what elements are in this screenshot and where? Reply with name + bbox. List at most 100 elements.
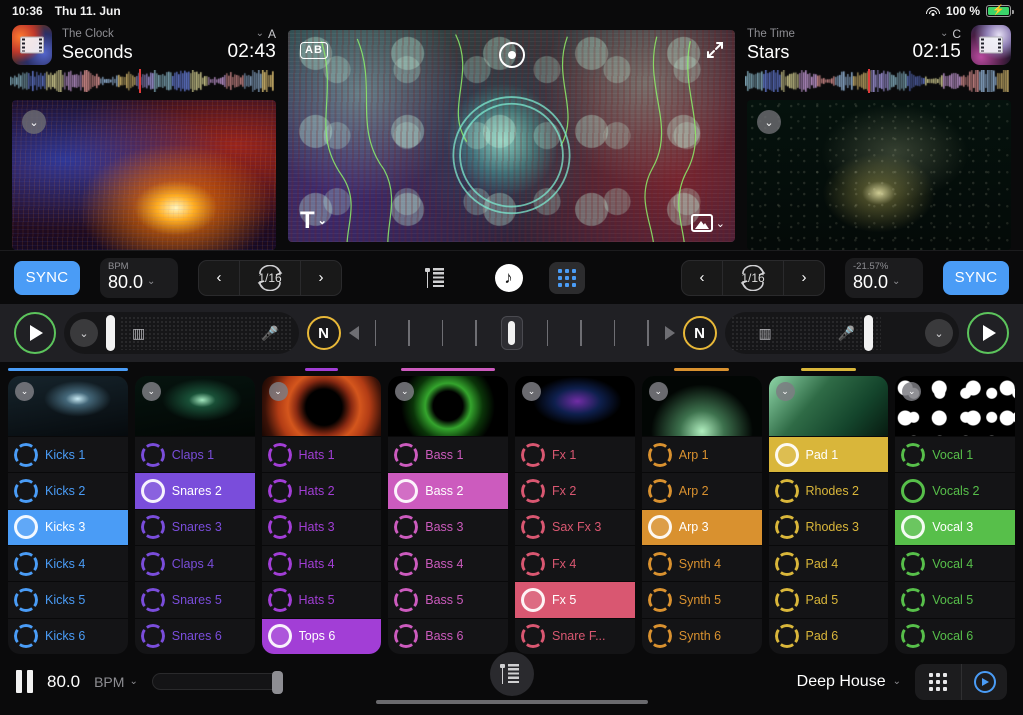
clip-art-bass[interactable]: ⌄: [388, 376, 508, 436]
clip-cell[interactable]: Bass 1: [388, 436, 508, 472]
clip-cell[interactable]: Hats 5: [262, 581, 382, 617]
clip-cell[interactable]: Rhodes 3: [769, 509, 889, 545]
deck-a-waveform[interactable]: [10, 70, 278, 92]
music-note-icon[interactable]: ♪: [495, 264, 523, 292]
clip-cell[interactable]: Hats 3: [262, 509, 382, 545]
clip-cell[interactable]: Arp 1: [642, 436, 762, 472]
clip-art-arp[interactable]: ⌄: [642, 376, 762, 436]
clip-cell[interactable]: Vocal 1: [895, 436, 1015, 472]
pause-icon[interactable]: [16, 670, 33, 693]
clip-cell[interactable]: Snares 6: [135, 618, 255, 654]
clip-art-kicks[interactable]: ⌄: [8, 376, 128, 436]
clip-cell[interactable]: Pad 6: [769, 618, 889, 654]
triangle-left-icon[interactable]: [349, 326, 359, 340]
clip-cell[interactable]: Sax Fx 3: [515, 509, 635, 545]
clip-cell[interactable]: Kicks 5: [8, 581, 128, 617]
chevron-down-icon[interactable]: ⌄: [269, 382, 288, 401]
play-button-left[interactable]: [14, 312, 56, 354]
clip-cell[interactable]: Rhodes 2: [769, 472, 889, 508]
loop-next-button-left[interactable]: ›: [301, 261, 341, 295]
chevron-down-icon[interactable]: ⌄: [649, 382, 668, 401]
chevron-down-icon[interactable]: ⌄: [15, 382, 34, 401]
image-tool-icon[interactable]: ⌄: [691, 214, 725, 232]
chevron-down-icon[interactable]: ⌄: [522, 382, 541, 401]
sequencer-right[interactable]: ▥ 🎤: [731, 312, 926, 354]
clip-cell[interactable]: Kicks 4: [8, 545, 128, 581]
clip-cell[interactable]: Tops 6: [262, 618, 382, 654]
album-art-c[interactable]: [971, 25, 1011, 65]
clip-cell[interactable]: Fx 2: [515, 472, 635, 508]
bpm-box-right[interactable]: -21.57% 80.0 ⌄: [845, 258, 923, 298]
clip-cell[interactable]: Vocal 5: [895, 581, 1015, 617]
clip-cell[interactable]: Vocal 4: [895, 545, 1015, 581]
clip-cell[interactable]: Snares 5: [135, 581, 255, 617]
clip-cell[interactable]: Vocal 3: [895, 509, 1015, 545]
deck-a-key[interactable]: ⌄ A: [227, 27, 276, 41]
clip-cell[interactable]: Hats 4: [262, 545, 382, 581]
clip-cell[interactable]: Arp 2: [642, 472, 762, 508]
ab-toggle-button[interactable]: AB: [300, 42, 328, 59]
clip-cell[interactable]: Pad 1: [769, 436, 889, 472]
album-art-a[interactable]: [12, 25, 52, 65]
clip-cell[interactable]: Fx 5: [515, 581, 635, 617]
loop-size-button-left[interactable]: 1/16: [239, 261, 301, 295]
clip-cell[interactable]: Hats 1: [262, 436, 382, 472]
keyboard-icon[interactable]: ▥: [759, 325, 772, 342]
microphone-icon[interactable]: 🎤: [261, 325, 278, 342]
sync-button-left[interactable]: SYNC: [14, 261, 80, 295]
clip-cell[interactable]: Bass 4: [388, 545, 508, 581]
tempo-slider[interactable]: [152, 673, 282, 690]
clip-cell[interactable]: Kicks 2: [8, 472, 128, 508]
sequencer-left[interactable]: ▥ 🎤: [98, 312, 293, 354]
clip-cell[interactable]: Hats 2: [262, 472, 382, 508]
clip-cell[interactable]: Kicks 3: [8, 509, 128, 545]
deck-a-header[interactable]: The Clock Seconds ⌄ A 02:43: [8, 22, 280, 68]
clip-cell[interactable]: Fx 4: [515, 545, 635, 581]
loop-prev-button-right[interactable]: ‹: [682, 261, 722, 295]
clip-cell[interactable]: Kicks 6: [8, 618, 128, 654]
clip-cell[interactable]: Snare F...: [515, 618, 635, 654]
clip-cell[interactable]: Kicks 1: [8, 436, 128, 472]
clip-cell[interactable]: Synth 4: [642, 545, 762, 581]
clip-cell[interactable]: Snares 3: [135, 509, 255, 545]
clip-cell[interactable]: Synth 6: [642, 618, 762, 654]
chevron-down-icon[interactable]: ⌄: [776, 382, 795, 401]
clip-cell[interactable]: Snares 2: [135, 472, 255, 508]
video-preview-c[interactable]: ⌄: [747, 100, 1011, 250]
crossfader[interactable]: [349, 312, 675, 354]
loop-prev-button-left[interactable]: ‹: [199, 261, 239, 295]
triangle-right-icon[interactable]: [665, 326, 675, 340]
clip-art-vocal[interactable]: ⌄: [895, 376, 1015, 436]
clip-cell[interactable]: Synth 5: [642, 581, 762, 617]
record-icon[interactable]: [499, 42, 525, 68]
clip-art-hats[interactable]: ⌄: [262, 376, 382, 436]
loop-size-button-right[interactable]: 1/16: [722, 261, 784, 295]
microphone-icon[interactable]: 🎤: [838, 325, 855, 342]
clip-cell[interactable]: Vocal 6: [895, 618, 1015, 654]
pad-strip-left[interactable]: ⌄ ▥ 🎤: [64, 312, 299, 354]
clip-cell[interactable]: Pad 5: [769, 581, 889, 617]
crossfader-handle[interactable]: [501, 316, 523, 350]
mixer-faders-icon[interactable]: [419, 260, 455, 296]
sync-button-right[interactable]: SYNC: [943, 261, 1009, 295]
loop-next-button-right[interactable]: ›: [784, 261, 824, 295]
clip-cell[interactable]: Bass 2: [388, 472, 508, 508]
clip-art-pad[interactable]: ⌄: [769, 376, 889, 436]
pad-strip-right[interactable]: ▥ 🎤 ⌄: [725, 312, 960, 354]
bpm-box-left[interactable]: BPM 80.0 ⌄: [100, 258, 178, 298]
clip-cell[interactable]: Bass 5: [388, 581, 508, 617]
deck-c-header[interactable]: The Time Stars ⌄ C 02:15: [743, 22, 1015, 68]
clip-cell[interactable]: Vocals 2: [895, 472, 1015, 508]
chevron-down-icon[interactable]: ⌄: [142, 382, 161, 401]
clip-art-claps[interactable]: ⌄: [135, 376, 255, 436]
deck-c-waveform[interactable]: [745, 70, 1013, 92]
record-circle-icon[interactable]: [961, 664, 1007, 700]
n-button-left[interactable]: N: [307, 316, 341, 350]
genre-selector[interactable]: Deep House ⌄: [797, 673, 901, 691]
clip-cell[interactable]: Pad 4: [769, 545, 889, 581]
video-preview-a[interactable]: ⌄: [12, 100, 276, 250]
clip-cell[interactable]: Claps 4: [135, 545, 255, 581]
text-tool-icon[interactable]: T ⌄: [300, 210, 327, 232]
chevron-down-icon[interactable]: ⌄: [757, 110, 781, 134]
clip-cell[interactable]: Fx 1: [515, 436, 635, 472]
